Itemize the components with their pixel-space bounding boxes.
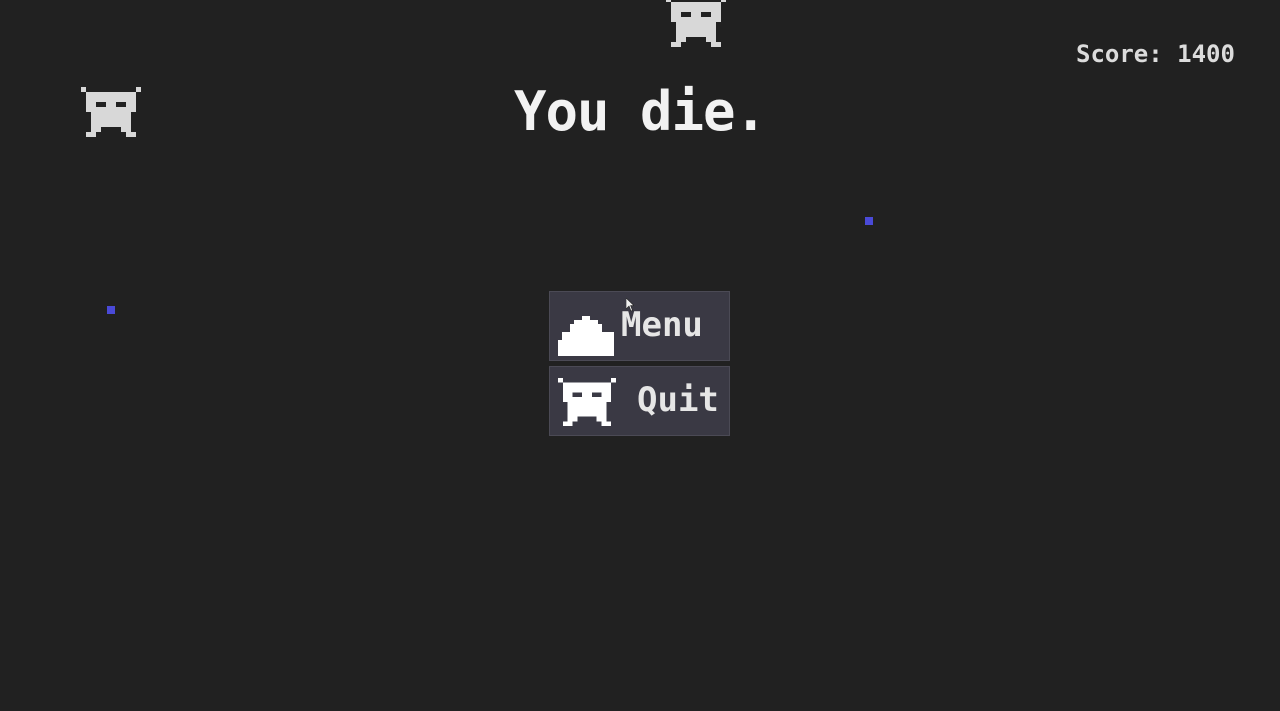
alien-icon [558,377,616,427]
game-over-message: You die. [513,80,767,143]
bell-dome-icon [558,316,614,356]
star-particle [107,306,115,314]
quit-button[interactable]: Quit [549,366,730,436]
menu-button[interactable]: Menu [549,291,730,361]
mouse-cursor-icon [626,298,634,312]
enemy-alien-icon [666,0,726,47]
game-over-screen: Score: 1400 You die. Menu Quit [0,0,1280,711]
star-particle [865,217,873,225]
score-display: Score: 1400 [1076,40,1235,68]
quit-button-label: Quit [637,380,719,420]
enemy-alien-icon [81,87,141,137]
